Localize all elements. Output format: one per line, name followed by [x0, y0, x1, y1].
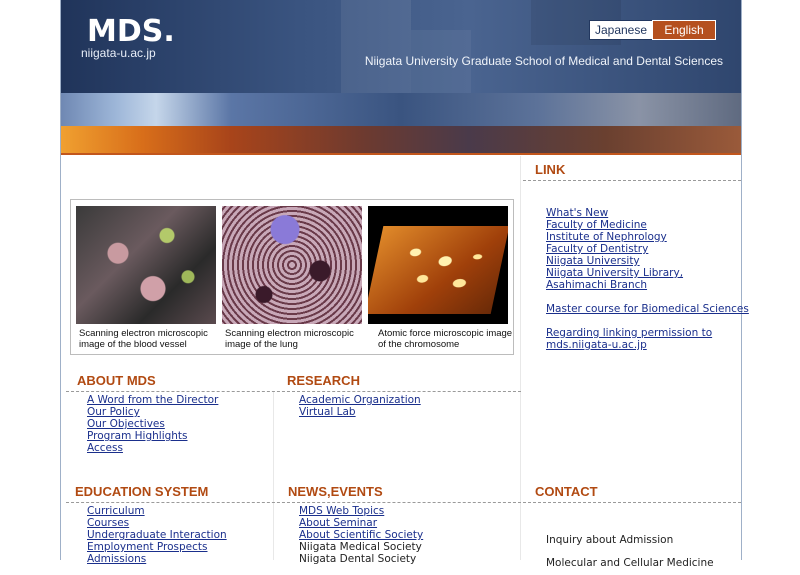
education-link-courses[interactable]: Courses [87, 517, 227, 529]
site-header: MDS. niigata-u.ac.jp Japanese English Ni… [61, 0, 741, 155]
about-link-access[interactable]: Access [87, 442, 218, 454]
education-list: Curriculum Courses Undergraduate Interac… [87, 505, 227, 565]
about-link-policy[interactable]: Our Policy [87, 406, 218, 418]
research-link-organization[interactable]: Academic Organization [299, 394, 421, 406]
news-list: MDS Web Topics About Seminar About Scien… [299, 505, 423, 565]
center-divider [273, 392, 274, 560]
link-niigata-university[interactable]: Niigata University [546, 255, 749, 267]
research-link-virtual-lab[interactable]: Virtual Lab [299, 406, 421, 418]
header-divider [61, 153, 741, 155]
header-photo-strip [61, 93, 741, 126]
site-domain: niigata-u.ac.jp [81, 46, 156, 60]
link-whats-new[interactable]: What's New [546, 207, 749, 219]
link-heading: LINK [535, 162, 566, 177]
contact-heading: CONTACT [535, 484, 598, 499]
news-link-seminar[interactable]: About Seminar [299, 517, 423, 529]
chromosome-image [368, 206, 508, 324]
japanese-language-button[interactable]: Japanese [589, 20, 653, 40]
news-dental-society: Niigata Dental Society [299, 553, 417, 565]
link-list: What's New Faculty of Medicine Institute… [546, 207, 749, 351]
school-name: Niigata University Graduate School of Me… [364, 54, 723, 68]
page: MDS. niigata-u.ac.jp Japanese English Ni… [60, 0, 749, 569]
news-link-web-topics[interactable]: MDS Web Topics [299, 505, 423, 517]
contact-admission: Inquiry about Admission [546, 534, 674, 546]
education-link-undergraduate[interactable]: Undergraduate Interaction [87, 529, 227, 541]
news-heading: NEWS,EVENTS [288, 484, 383, 499]
education-heading: EDUCATION SYSTEM [75, 484, 209, 499]
contact-list: Inquiry about Admission Molecular and Ce… [546, 529, 714, 575]
blood-vessel-image [76, 206, 216, 324]
english-language-button[interactable]: English [652, 20, 716, 40]
about-link-objectives[interactable]: Our Objectives [87, 418, 218, 430]
news-link-scientific-society[interactable]: About Scientific Society [299, 529, 423, 541]
about-list: A Word from the Director Our Policy Our … [87, 394, 218, 454]
blood-vessel-caption: Scanning electron microscopic image of t… [79, 328, 208, 350]
link-master-course[interactable]: Master course for Biomedical Sciences [546, 303, 749, 315]
link-linking-permission[interactable]: Regarding linking permission to [546, 327, 749, 339]
microscope-images-panel: Scanning electron microscopic image of t… [70, 199, 514, 355]
link-faculty-medicine[interactable]: Faculty of Medicine [546, 219, 749, 231]
header-photo-strip-lower [61, 126, 741, 154]
research-list: Academic Organization Virtual Lab [299, 394, 421, 418]
lung-image [222, 206, 362, 324]
education-link-admissions[interactable]: Admissions [87, 553, 227, 565]
news-medical-society: Niigata Medical Society [299, 541, 422, 553]
about-link-director[interactable]: A Word from the Director [87, 394, 218, 406]
link-gap [546, 291, 749, 303]
contact-molecular-medicine: Molecular and Cellular Medicine [546, 557, 714, 569]
lung-caption: Scanning electron microscopic image of t… [225, 328, 354, 350]
link-asahimachi-branch[interactable]: Asahimachi Branch [546, 279, 749, 291]
education-link-curriculum[interactable]: Curriculum [87, 505, 227, 517]
link-linking-permission-domain[interactable]: mds.niigata-u.ac.jp [546, 339, 749, 351]
link-rule [523, 180, 741, 181]
link-library[interactable]: Niigata University Library, [546, 267, 749, 279]
link-institute-nephrology[interactable]: Institute of Nephrology [546, 231, 749, 243]
contact-rule [523, 502, 741, 503]
about-research-rule [66, 391, 521, 392]
education-link-employment[interactable]: Employment Prospects [87, 541, 227, 553]
site-logo[interactable]: MDS. [87, 14, 175, 49]
link-faculty-dentistry[interactable]: Faculty of Dentistry [546, 243, 749, 255]
chromosome-caption: Atomic force microscopic image of the ch… [378, 328, 513, 350]
about-link-highlights[interactable]: Program Highlights [87, 430, 218, 442]
about-heading: ABOUT MDS [77, 373, 156, 388]
education-news-rule [66, 502, 521, 503]
link-gap [546, 315, 749, 327]
sidebar-divider [520, 156, 521, 560]
research-heading: RESEARCH [287, 373, 360, 388]
